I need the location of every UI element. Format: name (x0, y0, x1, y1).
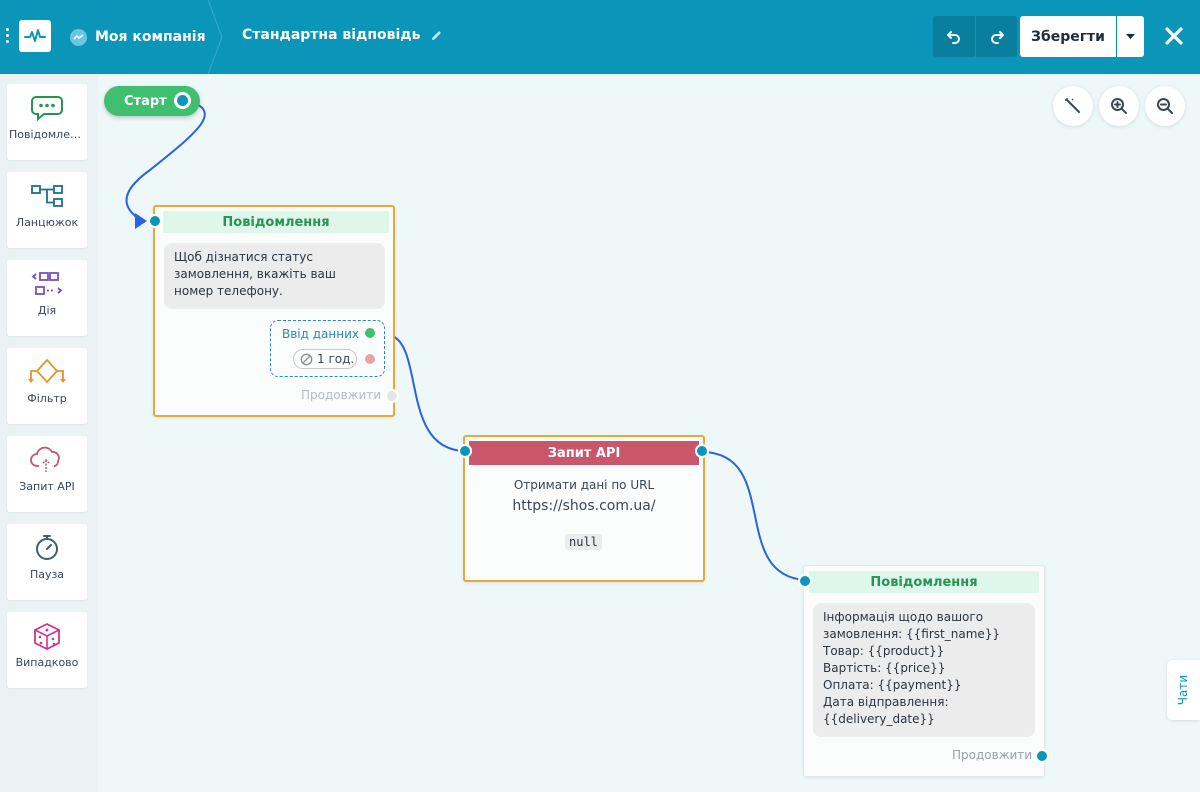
messenger-icon (70, 28, 87, 46)
edit-pencil-icon[interactable] (430, 29, 443, 42)
chat-bubble-icon (31, 96, 63, 122)
tool-label: Дія (37, 304, 57, 317)
tool-chain[interactable]: Ланцюжок (7, 172, 87, 248)
start-output-port[interactable] (174, 92, 191, 109)
message-node-1-continue: Продовжити (301, 388, 382, 402)
message-line: замовлення: {{first_name}} (823, 627, 1001, 641)
message-line: Товар: {{product}} (823, 644, 945, 658)
message-node-2-continue-port[interactable] (1035, 749, 1049, 763)
chats-tab[interactable]: Чати (1167, 660, 1200, 720)
tool-label: Випадково (15, 656, 79, 669)
breadcrumb-separator (207, 0, 223, 74)
top-bar: Моя компанія Стандартна відповідь Зберег… (0, 0, 1200, 74)
timeout-badge[interactable]: 1 год. (293, 349, 357, 369)
message-line: Інформація щодо вашого (823, 610, 984, 624)
close-button[interactable] (1160, 22, 1188, 50)
timeout-label: 1 год. (317, 352, 355, 366)
message-line: {{delivery_date}} (823, 712, 935, 726)
flow-title-text: Стандартна відповідь (242, 27, 421, 43)
zoom-out-button[interactable] (1145, 86, 1185, 126)
flow-title[interactable]: Стандартна відповідь (242, 27, 443, 43)
api-cloud-icon (30, 446, 60, 472)
api-request-input-port[interactable] (458, 444, 472, 458)
no-entry-icon (300, 353, 313, 365)
message-node-2-text: Інформація щодо вашого замовлення: {{fir… (813, 603, 1035, 737)
stopwatch-icon (36, 535, 58, 560)
message-node-1-text: Щоб дізнатися статус замовлення, вкажіть… (164, 243, 385, 309)
message-line: Вартість: {{price}} (823, 661, 946, 675)
api-request-output-port[interactable] (695, 444, 709, 458)
tool-api-request[interactable]: Запит API (7, 436, 87, 512)
save-options-button[interactable] (1117, 16, 1144, 57)
tool-label: Ланцюжок (15, 216, 79, 229)
tool-filter[interactable]: Фільтр (7, 348, 87, 424)
tool-random[interactable]: Випадково (7, 612, 87, 688)
menu-dots-icon[interactable] (6, 28, 10, 46)
message-node-2-title: Повідомлення (809, 571, 1039, 593)
filter-icon (28, 358, 66, 384)
zoom-in-icon (1111, 98, 1127, 114)
tool-label: Пауза (29, 568, 65, 581)
api-request-result: null (565, 534, 602, 550)
logo-icon[interactable] (19, 20, 51, 52)
magic-wand-icon (1065, 98, 1080, 113)
chain-icon (31, 185, 63, 207)
action-icon (31, 272, 63, 295)
api-request-node-title: Запит API (469, 441, 699, 465)
redo-button[interactable] (975, 16, 1017, 57)
auto-arrange-button[interactable] (1053, 86, 1093, 126)
api-request-url: https://shos.com.ua/ (512, 498, 656, 514)
message-line: Оплата: {{payment}} (823, 678, 962, 692)
close-icon (1165, 27, 1183, 45)
api-request-subtitle: Отримати дані по URL (513, 478, 655, 492)
data-input-success-port[interactable] (363, 326, 377, 340)
tool-action[interactable]: Дія (7, 260, 87, 336)
chats-tab-label: Чати (1176, 674, 1191, 706)
message-node-1-continue-port[interactable] (385, 389, 399, 403)
timeout-port[interactable] (363, 352, 377, 366)
company-name: Моя компанія (95, 29, 206, 45)
tool-label: Повідомлення (9, 128, 85, 141)
company-switcher[interactable]: Моя компанія (70, 26, 206, 48)
tool-label: Фільтр (27, 392, 67, 405)
redo-icon (990, 30, 1004, 44)
undo-icon (947, 30, 960, 44)
tool-message[interactable]: Повідомлення (7, 84, 87, 160)
message-line: Дата відправлення: (823, 695, 949, 709)
undo-button[interactable] (933, 16, 975, 57)
data-input-label: Ввід данних (282, 327, 359, 341)
tool-label: Запит API (19, 480, 75, 493)
tool-pause[interactable]: Пауза (7, 524, 87, 600)
undo-redo-group (933, 16, 1017, 57)
message-node-2-continue: Продовжити (952, 748, 1033, 762)
zoom-in-button[interactable] (1099, 86, 1139, 126)
message-node-1[interactable] (153, 205, 395, 417)
message-node-1-title: Повідомлення (163, 211, 389, 233)
dice-icon (34, 622, 60, 650)
message-node-2-input-port[interactable] (798, 574, 812, 588)
start-label: Старт (124, 93, 167, 109)
zoom-out-icon (1157, 98, 1173, 114)
tool-sidebar: Повідомлення Ланцюжок Дія Фільтр Запит A… (0, 74, 98, 792)
save-button[interactable]: Зберегти (1020, 16, 1116, 57)
message-node-1-input-port[interactable] (148, 214, 162, 228)
chevron-down-icon (1126, 33, 1135, 39)
